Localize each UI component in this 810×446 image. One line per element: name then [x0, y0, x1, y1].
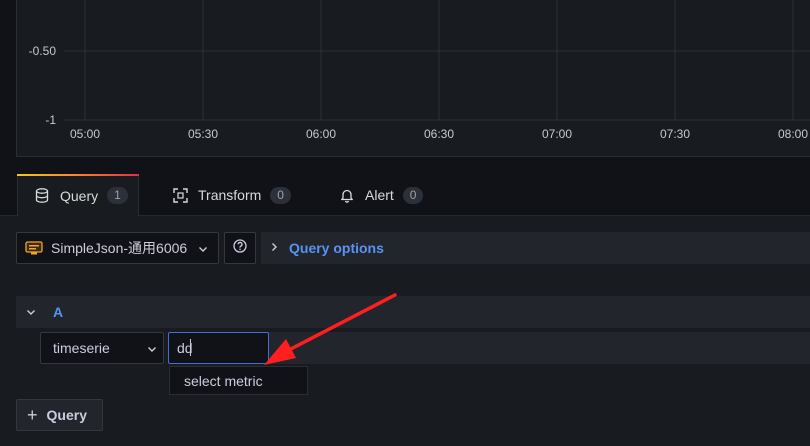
query-ref-id[interactable]: A: [53, 304, 63, 320]
query-help-button[interactable]: [224, 232, 256, 264]
query-type-select[interactable]: timeserie: [40, 332, 164, 364]
x-tick-label: 07:30: [660, 127, 690, 141]
tab-count-badge: 0: [270, 186, 291, 204]
datasource-picker[interactable]: SimpleJson-通用6006: [16, 232, 219, 264]
target-row-fill: [268, 332, 810, 364]
x-tick-label: 08:00: [778, 127, 808, 141]
chevron-down-icon: [147, 340, 157, 356]
y-tick-label: -0.50: [29, 44, 57, 58]
metric-target-input[interactable]: [168, 332, 269, 364]
suggestion-text: select metric: [184, 372, 263, 389]
query-options-toggle[interactable]: Query options: [261, 232, 810, 264]
y-tick-label: -1: [45, 113, 56, 127]
add-query-button[interactable]: + Query: [16, 399, 103, 431]
tab-query[interactable]: Query 1: [17, 174, 139, 216]
x-tick-label: 05:30: [188, 127, 218, 141]
question-circle-icon: [233, 238, 247, 258]
database-icon: [34, 188, 50, 204]
plus-icon: +: [27, 405, 38, 425]
tab-label: Query: [60, 187, 99, 204]
bell-icon: [339, 187, 355, 203]
tab-label: Transform: [198, 187, 262, 203]
chevron-right-icon: [271, 239, 278, 257]
add-query-label: Query: [46, 407, 87, 423]
editor-tabs: Query 1 Transform 0 Alert 0: [0, 174, 810, 216]
tab-label: Alert: [365, 187, 394, 203]
x-tick-label: 07:00: [542, 127, 572, 141]
x-tick-label: 05:00: [70, 127, 100, 141]
tab-count-badge: 0: [402, 186, 424, 204]
chevron-down-icon: [198, 240, 208, 256]
transform-icon: [172, 187, 188, 203]
tab-transform[interactable]: Transform 0: [172, 174, 291, 216]
query-row-header[interactable]: A: [16, 296, 810, 328]
metric-suggestion-item[interactable]: select metric: [169, 366, 308, 395]
x-tick-label: 06:30: [424, 127, 454, 141]
query-options-label: Query options: [289, 240, 384, 256]
datasource-name: SimpleJson-通用6006: [51, 240, 188, 256]
tab-count-badge: 1: [107, 187, 128, 204]
collapse-chevron-icon[interactable]: [26, 303, 36, 321]
simplejson-datasource-icon: [25, 241, 43, 255]
graph-plot: -0.50 -1 05:00 05:30 06:00 06:30 07:00 0…: [29, 0, 810, 141]
text-cursor: [190, 339, 191, 356]
query-type-value: timeserie: [53, 340, 110, 356]
tab-alert[interactable]: Alert 0: [339, 174, 424, 216]
x-tick-label: 06:00: [306, 127, 336, 141]
